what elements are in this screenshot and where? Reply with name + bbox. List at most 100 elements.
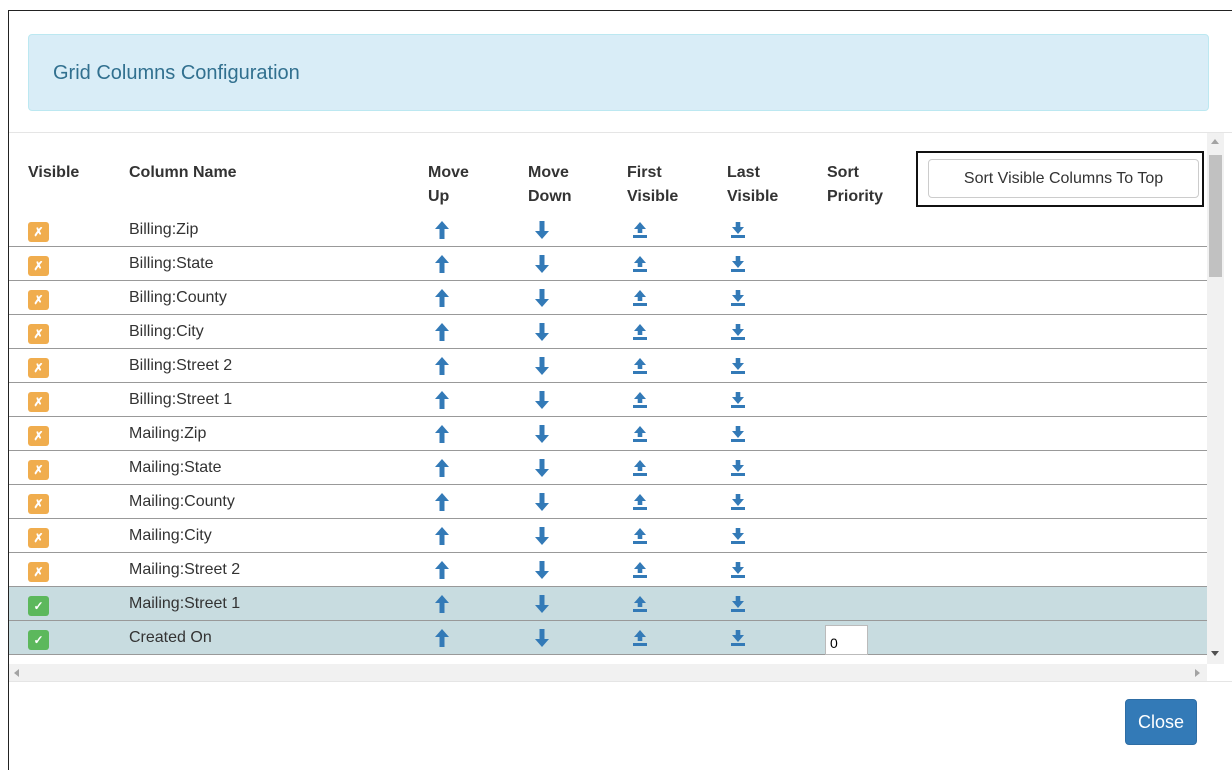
x-icon[interactable]: ✗ — [28, 222, 49, 242]
download-icon[interactable] — [729, 356, 747, 376]
column-name-cell: Billing:State — [129, 255, 214, 272]
columns-grid: Visible Column Name Move Up Move Down Firs… — [9, 133, 1232, 664]
scroll-right-icon[interactable] — [1195, 669, 1200, 677]
upload-icon[interactable] — [631, 492, 649, 512]
download-icon[interactable] — [729, 492, 747, 512]
sort-visible-focus-ring: Sort Visible Columns To Top — [916, 151, 1204, 207]
arrow-up-icon[interactable] — [433, 560, 451, 580]
footer-divider — [9, 681, 1232, 682]
arrow-up-icon[interactable] — [433, 322, 451, 342]
close-button[interactable]: Close — [1125, 699, 1197, 745]
upload-icon[interactable] — [631, 424, 649, 444]
column-name-cell: Billing:County — [129, 289, 227, 306]
arrow-up-icon[interactable] — [433, 356, 451, 376]
table-row: ✗ Billing:City — [9, 315, 1207, 349]
arrow-down-icon[interactable] — [533, 458, 551, 478]
table-row: ✗ Billing:Street 1 — [9, 383, 1207, 417]
upload-icon[interactable] — [631, 526, 649, 546]
upload-icon[interactable] — [631, 220, 649, 240]
x-icon[interactable]: ✗ — [28, 494, 49, 514]
arrow-down-icon[interactable] — [533, 288, 551, 308]
check-icon[interactable]: ✓ — [28, 630, 49, 650]
download-icon[interactable] — [729, 458, 747, 478]
arrow-up-icon[interactable] — [433, 288, 451, 308]
vertical-scroll-thumb[interactable] — [1209, 155, 1222, 277]
x-icon[interactable]: ✗ — [28, 426, 49, 446]
arrow-down-icon[interactable] — [533, 628, 551, 648]
scroll-up-icon[interactable] — [1211, 139, 1219, 144]
arrow-down-icon[interactable] — [533, 220, 551, 240]
column-name-cell: Mailing:County — [129, 493, 235, 510]
upload-icon[interactable] — [631, 628, 649, 648]
x-icon[interactable]: ✗ — [28, 528, 49, 548]
table-row: ✗ Billing:Street 2 — [9, 349, 1207, 383]
x-icon[interactable]: ✗ — [28, 392, 49, 412]
download-icon[interactable] — [729, 254, 747, 274]
arrow-down-icon[interactable] — [533, 356, 551, 376]
table-row: ✗ Billing:State — [9, 247, 1207, 281]
arrow-down-icon[interactable] — [533, 254, 551, 274]
arrow-up-icon[interactable] — [433, 594, 451, 614]
arrow-up-icon[interactable] — [433, 628, 451, 648]
x-icon[interactable]: ✗ — [28, 256, 49, 276]
arrow-up-icon[interactable] — [433, 424, 451, 444]
check-icon[interactable]: ✓ — [28, 596, 49, 616]
vertical-scrollbar[interactable] — [1207, 133, 1224, 664]
table-row: ✗ Mailing:City — [9, 519, 1207, 553]
upload-icon[interactable] — [631, 356, 649, 376]
x-icon[interactable]: ✗ — [28, 460, 49, 480]
arrow-down-icon[interactable] — [533, 526, 551, 546]
arrow-down-icon[interactable] — [533, 492, 551, 512]
upload-icon[interactable] — [631, 322, 649, 342]
download-icon[interactable] — [729, 594, 747, 614]
table-row: ✗ Billing:County — [9, 281, 1207, 315]
header-move-down: Move Down — [528, 164, 572, 205]
download-icon[interactable] — [729, 424, 747, 444]
header-first-visible: First Visible — [627, 164, 679, 205]
x-icon[interactable]: ✗ — [28, 358, 49, 378]
arrow-down-icon[interactable] — [533, 594, 551, 614]
x-icon[interactable]: ✗ — [28, 324, 49, 344]
modal-title: Grid Columns Configuration — [53, 62, 300, 84]
column-name-cell: Mailing:Street 2 — [129, 561, 241, 578]
upload-icon[interactable] — [631, 254, 649, 274]
arrow-up-icon[interactable] — [433, 458, 451, 478]
horizontal-scrollbar[interactable] — [9, 664, 1207, 681]
download-icon[interactable] — [729, 526, 747, 546]
download-icon[interactable] — [729, 628, 747, 648]
x-icon[interactable]: ✗ — [28, 562, 49, 582]
sort-priority-input[interactable] — [825, 625, 868, 655]
download-icon[interactable] — [729, 288, 747, 308]
column-name-cell: Created On — [129, 629, 212, 646]
arrow-up-icon[interactable] — [433, 492, 451, 512]
arrow-up-icon[interactable] — [433, 254, 451, 274]
arrow-down-icon[interactable] — [533, 390, 551, 410]
upload-icon[interactable] — [631, 288, 649, 308]
upload-icon[interactable] — [631, 458, 649, 478]
sort-visible-columns-button[interactable]: Sort Visible Columns To Top — [928, 159, 1199, 198]
header-last-visible: Last Visible — [727, 164, 779, 205]
header-visible: Visible — [28, 164, 80, 181]
download-icon[interactable] — [729, 322, 747, 342]
table-row: ✗ Mailing:State — [9, 451, 1207, 485]
download-icon[interactable] — [729, 390, 747, 410]
arrow-down-icon[interactable] — [533, 322, 551, 342]
x-icon[interactable]: ✗ — [28, 290, 49, 310]
arrow-down-icon[interactable] — [533, 424, 551, 444]
header-move-up: Move Up — [428, 164, 469, 205]
scroll-down-icon[interactable] — [1211, 651, 1219, 656]
upload-icon[interactable] — [631, 560, 649, 580]
column-name-cell: Billing:Street 2 — [129, 357, 233, 374]
table-row: ✓ Mailing:Street 1 — [9, 587, 1207, 621]
arrow-up-icon[interactable] — [433, 220, 451, 240]
download-icon[interactable] — [729, 220, 747, 240]
table-row: ✗ Billing:Zip — [9, 213, 1207, 247]
arrow-down-icon[interactable] — [533, 560, 551, 580]
upload-icon[interactable] — [631, 594, 649, 614]
upload-icon[interactable] — [631, 390, 649, 410]
download-icon[interactable] — [729, 560, 747, 580]
arrow-up-icon[interactable] — [433, 390, 451, 410]
column-name-cell: Mailing:City — [129, 527, 212, 544]
arrow-up-icon[interactable] — [433, 526, 451, 546]
scroll-left-icon[interactable] — [14, 669, 19, 677]
